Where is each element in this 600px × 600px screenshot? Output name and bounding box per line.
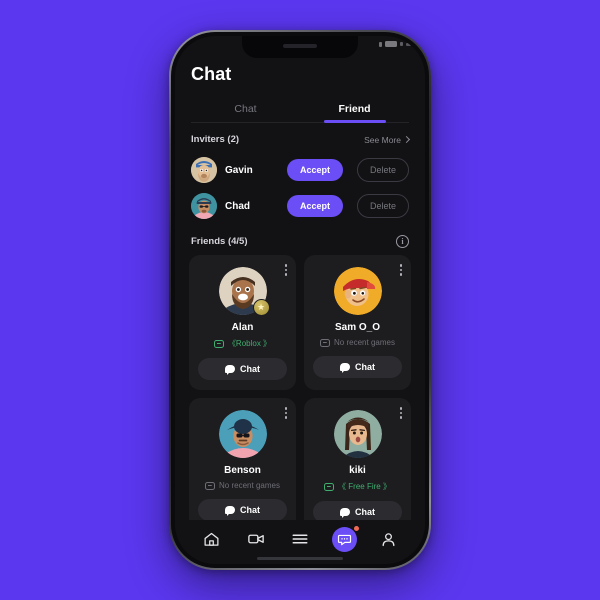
avatar-wrapper [218, 410, 267, 458]
avatar-wrapper: ★ [218, 267, 270, 316]
avatar-gavin-icon [191, 157, 217, 183]
app-content: Inviters (2) See More Gavin Accept Delet… [175, 123, 425, 520]
see-more-button[interactable]: See More [364, 134, 411, 145]
friend-status-text: 《 Free Fire 》 [338, 482, 391, 491]
friend-status: No recent games [205, 481, 280, 490]
more-vertical-icon[interactable] [284, 407, 287, 419]
chat-button-label: Chat [355, 362, 375, 372]
friend-card[interactable]: Benson No recent games Chat [189, 398, 296, 520]
status-battery-icon [385, 41, 397, 47]
friend-status-text: No recent games [334, 338, 395, 347]
bottom-navigation-bar [175, 520, 425, 564]
avatar-kiki-art [333, 410, 382, 458]
chat-button[interactable]: Chat [198, 358, 287, 380]
chat-bubble-icon [340, 508, 350, 518]
status-bar [379, 41, 411, 47]
avatar-sam-icon [333, 267, 382, 315]
friend-name: kiki [349, 465, 366, 476]
friend-status-text: 《Roblox 》 [227, 339, 272, 348]
nav-profile-button[interactable] [376, 526, 402, 552]
friends-grid: ★ Alan 《Roblox 》 Chat Sam O_O No recent … [188, 255, 412, 520]
chat-button-label: Chat [355, 507, 375, 517]
gamepad-icon [205, 481, 216, 490]
inviter-name: Gavin [225, 164, 253, 176]
status-signal-icon [379, 41, 382, 47]
inviter-row[interactable]: Gavin Accept Delete [188, 152, 412, 188]
info-icon[interactable]: i [396, 235, 409, 248]
friend-card[interactable]: Sam O_O No recent games Chat [304, 255, 411, 390]
avatar-chad-icon [191, 193, 217, 219]
more-vertical-icon[interactable] [399, 407, 402, 419]
notification-badge [353, 524, 361, 532]
friends-title: Friends (4/5) [191, 236, 248, 247]
menu-icon [292, 534, 308, 544]
avatar-chad-art [191, 193, 217, 219]
delete-button[interactable]: Delete [356, 158, 409, 182]
gamepad-icon [324, 482, 335, 491]
see-more-label: See More [364, 134, 401, 145]
tab-chat[interactable]: Chat [191, 96, 300, 122]
nav-menu-button[interactable] [287, 526, 313, 552]
person-icon [382, 532, 395, 546]
avatar-gavin-art [191, 157, 217, 183]
delete-button[interactable]: Delete [356, 194, 409, 218]
home-icon [204, 532, 219, 546]
friend-status: 《 Free Fire 》 [324, 481, 391, 492]
gamepad-icon [213, 339, 224, 348]
inviter-row[interactable]: Chad Accept Delete [188, 188, 412, 224]
friend-status-text: No recent games [219, 481, 280, 490]
chat-bubble-icon [225, 365, 235, 375]
nav-chat-button[interactable] [332, 524, 361, 552]
star-badge-icon: ★ [252, 299, 270, 316]
phone-screen: Chat Chat Friend Inviters (2) See More G… [175, 36, 425, 564]
nav-home-button[interactable] [198, 526, 224, 552]
avatar-benson-icon [218, 410, 267, 458]
accept-button[interactable]: Accept [286, 159, 343, 181]
chat-bubble-dots-icon [337, 534, 352, 545]
video-camera-icon [248, 534, 264, 544]
home-indicator [257, 557, 343, 560]
chat-button-label: Chat [240, 364, 260, 374]
more-vertical-icon[interactable] [399, 264, 402, 276]
chevron-right-icon [402, 135, 411, 144]
page-title: Chat [191, 64, 232, 84]
inviters-title: Inviters (2) [191, 134, 240, 145]
tab-bar: Chat Friend [191, 96, 409, 123]
friend-status: 《Roblox 》 [213, 338, 272, 349]
tab-friend[interactable]: Friend [300, 96, 409, 122]
friend-name: Benson [224, 465, 261, 476]
avatar-benson-art [218, 410, 267, 458]
friend-status: No recent games [320, 338, 395, 347]
chat-bubble-icon [340, 363, 350, 373]
inviter-name: Chad [225, 200, 250, 212]
avatar-wrapper [333, 267, 382, 315]
chat-bubble-icon [225, 506, 235, 516]
chat-button[interactable]: Chat [313, 501, 402, 520]
chat-button[interactable]: Chat [198, 499, 287, 520]
friend-card[interactable]: kiki 《 Free Fire 》 Chat [304, 398, 411, 520]
inviters-section-header: Inviters (2) See More [188, 123, 412, 152]
nav-video-button[interactable] [243, 526, 269, 552]
friend-name: Sam O_O [334, 322, 381, 333]
avatar-wrapper [333, 410, 382, 458]
gamepad-icon [320, 338, 331, 347]
avatar-kiki-icon [333, 410, 382, 458]
device-notch [242, 36, 358, 58]
earpiece-speaker [283, 43, 317, 48]
status-wifi-icon [400, 42, 403, 46]
chat-button[interactable]: Chat [313, 356, 402, 378]
status-extra-icon [406, 42, 411, 46]
phone-device-frame: Chat Chat Friend Inviters (2) See More G… [169, 30, 431, 570]
more-vertical-icon[interactable] [284, 264, 287, 276]
friends-section-header: Friends (4/5) i [188, 224, 412, 255]
accept-button[interactable]: Accept [286, 195, 343, 217]
chat-button-label: Chat [240, 505, 260, 515]
avatar-sam-art [333, 267, 382, 315]
friend-name: Alan [231, 322, 254, 333]
friend-card[interactable]: ★ Alan 《Roblox 》 Chat [189, 255, 296, 390]
